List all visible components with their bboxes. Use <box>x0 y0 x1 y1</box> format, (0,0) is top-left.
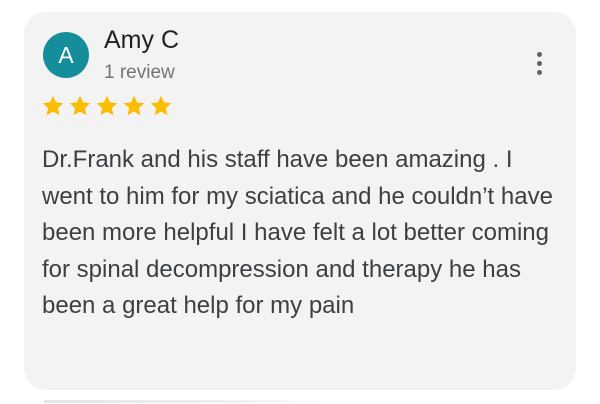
more-vert-icon <box>536 51 542 57</box>
reviewer-name[interactable]: Amy C <box>104 26 179 55</box>
star-icon <box>96 95 118 116</box>
star-icon <box>150 95 172 116</box>
review-card: A Amy C 1 review Dr.Frank and his staff … <box>24 12 576 390</box>
review-count: 1 review <box>104 62 175 83</box>
star-rating <box>41 94 173 118</box>
star-icon <box>69 95 91 116</box>
review-text: Dr.Frank and his staff have been amazing… <box>42 146 553 319</box>
avatar[interactable]: A <box>43 32 89 78</box>
star-icon <box>123 95 145 116</box>
star-icon <box>42 95 64 116</box>
faded-divider <box>44 400 334 403</box>
more-options-button[interactable] <box>524 46 554 80</box>
